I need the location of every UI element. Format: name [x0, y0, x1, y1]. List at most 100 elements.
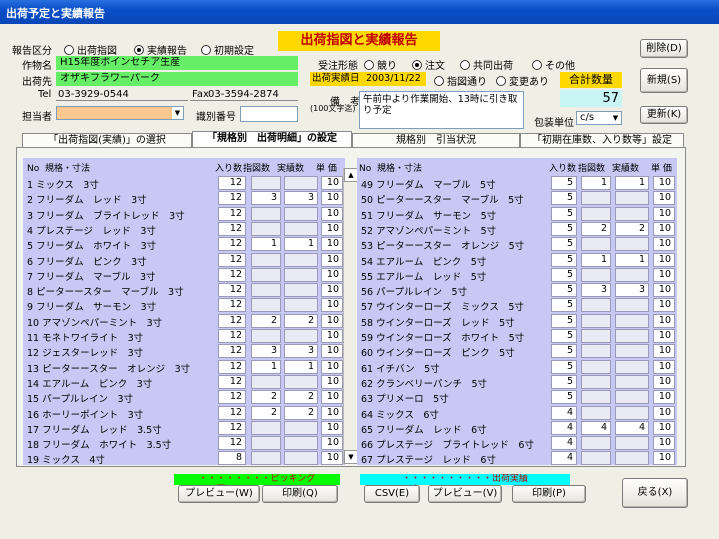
- price-cell[interactable]: 10: [653, 451, 675, 465]
- qty-cell[interactable]: 5: [551, 206, 577, 221]
- actual-cell[interactable]: 3: [284, 191, 318, 206]
- price-cell[interactable]: 10: [321, 176, 343, 190]
- instruction-option-0[interactable]: 指図通り: [434, 73, 487, 88]
- update-button[interactable]: 更新(K): [640, 106, 688, 124]
- price-cell[interactable]: 10: [653, 420, 675, 435]
- actual-cell[interactable]: [615, 313, 649, 328]
- notes-textarea[interactable]: 午前中より作業開始、13時に引き取り予定: [359, 91, 524, 129]
- qty-cell[interactable]: 5: [551, 267, 577, 282]
- new-button[interactable]: 新規(S): [640, 68, 688, 93]
- actual-cell[interactable]: 1: [615, 252, 649, 267]
- qty-cell[interactable]: 12: [218, 390, 246, 405]
- price-cell[interactable]: 10: [321, 252, 343, 267]
- order-cell[interactable]: 3: [251, 344, 281, 359]
- id-number-field[interactable]: [240, 106, 298, 122]
- actual-cell[interactable]: [615, 436, 649, 451]
- price-cell[interactable]: 10: [653, 252, 675, 267]
- price-cell[interactable]: 10: [653, 436, 675, 451]
- qty-cell[interactable]: 12: [218, 221, 246, 236]
- order-cell[interactable]: [251, 176, 281, 190]
- price-cell[interactable]: 10: [653, 359, 675, 374]
- qty-cell[interactable]: 5: [551, 390, 577, 405]
- actual-cell[interactable]: [284, 176, 318, 190]
- price-cell[interactable]: 10: [321, 329, 343, 343]
- qty-cell[interactable]: 5: [551, 344, 577, 359]
- order-cell[interactable]: [251, 436, 281, 451]
- tab-spec-details[interactable]: 「規格別 出荷明細」の設定: [192, 131, 352, 148]
- qty-cell[interactable]: 4: [551, 405, 577, 420]
- qty-cell[interactable]: 4: [551, 436, 577, 451]
- actual-cell[interactable]: [284, 298, 318, 313]
- price-cell[interactable]: 10: [321, 359, 343, 374]
- price-cell[interactable]: 10: [321, 221, 343, 236]
- actual-cell[interactable]: [284, 252, 318, 267]
- csv-button[interactable]: CSV(E): [364, 485, 420, 503]
- price-cell[interactable]: 10: [321, 283, 343, 298]
- order-cell[interactable]: [581, 374, 611, 389]
- order-cell[interactable]: 2: [251, 405, 281, 420]
- price-cell[interactable]: 10: [321, 405, 343, 420]
- actual-cell[interactable]: 4: [615, 420, 649, 435]
- order-cell[interactable]: [581, 436, 611, 451]
- price-cell[interactable]: 10: [653, 191, 675, 206]
- actual-cell[interactable]: 2: [284, 313, 318, 328]
- actual-cell[interactable]: [615, 206, 649, 221]
- order-cell[interactable]: [251, 374, 281, 389]
- order-cell[interactable]: [581, 237, 611, 252]
- price-cell[interactable]: 10: [321, 420, 343, 435]
- actual-cell[interactable]: [284, 206, 318, 221]
- actual-cell[interactable]: [284, 436, 318, 451]
- actual-cell[interactable]: [615, 298, 649, 313]
- qty-cell[interactable]: 5: [551, 374, 577, 389]
- actual-cell[interactable]: [284, 451, 318, 465]
- qty-cell[interactable]: 12: [218, 359, 246, 374]
- report-type-option-0[interactable]: 出荷指図: [64, 42, 117, 57]
- price-cell[interactable]: 10: [653, 237, 675, 252]
- qty-cell[interactable]: 12: [218, 252, 246, 267]
- order-cell[interactable]: [251, 252, 281, 267]
- qty-cell[interactable]: 12: [218, 344, 246, 359]
- order-cell[interactable]: [251, 206, 281, 221]
- instruction-option-1[interactable]: 変更あり: [496, 73, 549, 88]
- qty-cell[interactable]: 12: [218, 283, 246, 298]
- order-cell[interactable]: 1: [251, 359, 281, 374]
- price-cell[interactable]: 10: [653, 267, 675, 282]
- order-cell[interactable]: [581, 313, 611, 328]
- qty-cell[interactable]: 8: [218, 451, 246, 465]
- actual-cell[interactable]: [284, 267, 318, 282]
- actual-cell[interactable]: [615, 451, 649, 465]
- order-cell[interactable]: 1: [581, 176, 611, 190]
- actual-cell[interactable]: 2: [284, 390, 318, 405]
- delete-button[interactable]: 削除(D): [640, 39, 688, 58]
- order-cell[interactable]: [251, 298, 281, 313]
- actual-cell[interactable]: 1: [284, 359, 318, 374]
- qty-cell[interactable]: 12: [218, 176, 246, 190]
- scroll-down-icon[interactable]: ▼: [344, 450, 358, 464]
- qty-cell[interactable]: 5: [551, 313, 577, 328]
- qty-cell[interactable]: 5: [551, 329, 577, 343]
- qty-cell[interactable]: 5: [551, 252, 577, 267]
- price-cell[interactable]: 10: [321, 374, 343, 389]
- qty-cell[interactable]: 5: [551, 191, 577, 206]
- price-cell[interactable]: 10: [653, 329, 675, 343]
- price-cell[interactable]: 10: [321, 451, 343, 465]
- actual-cell[interactable]: [615, 374, 649, 389]
- qty-cell[interactable]: 12: [218, 420, 246, 435]
- qty-cell[interactable]: 12: [218, 191, 246, 206]
- order-cell[interactable]: [581, 451, 611, 465]
- tab-shipping-selection[interactable]: 「出荷指図(実績)」の選択: [22, 133, 192, 148]
- actual-cell[interactable]: [284, 374, 318, 389]
- back-button[interactable]: 戻る(X): [622, 478, 688, 508]
- order-cell[interactable]: [251, 221, 281, 236]
- qty-cell[interactable]: 12: [218, 405, 246, 420]
- qty-cell[interactable]: 12: [218, 267, 246, 282]
- order-cell[interactable]: [581, 405, 611, 420]
- actual-cell[interactable]: [284, 420, 318, 435]
- report-type-option-2[interactable]: 初期設定: [201, 42, 254, 57]
- actual-cell[interactable]: [615, 329, 649, 343]
- price-cell[interactable]: 10: [321, 298, 343, 313]
- order-cell[interactable]: [581, 206, 611, 221]
- left-scrollbar[interactable]: ▲ ▼: [343, 168, 358, 464]
- qty-cell[interactable]: 12: [218, 436, 246, 451]
- shipping-preview-button[interactable]: プレビュー(V): [428, 485, 502, 503]
